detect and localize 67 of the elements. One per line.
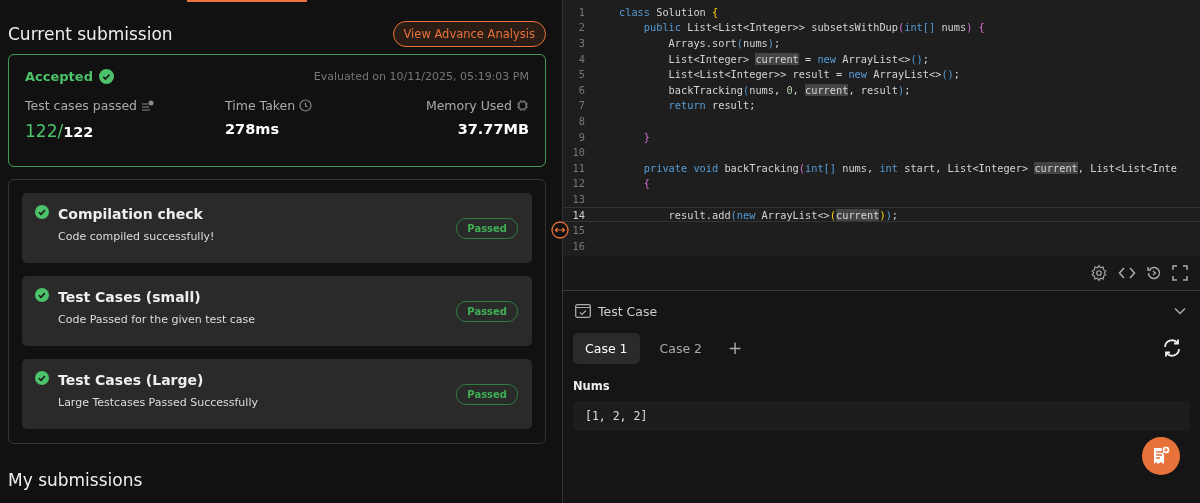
view-analysis-button[interactable]: View Advance Analysis (392, 21, 546, 47)
check-icon (98, 69, 114, 84)
stat-label: Test cases passed (25, 98, 138, 113)
code-line: Arrays.sort(nums); (667, 37, 781, 49)
passed-badge: Passed (456, 217, 518, 239)
line-number: 3 (577, 37, 585, 49)
line-number: 14 (571, 208, 585, 221)
add-case-button[interactable]: + (722, 336, 749, 360)
refresh-icon[interactable] (1162, 338, 1182, 358)
case-tab[interactable]: Case 1 (573, 332, 640, 364)
check-title: Test Cases (Large) (58, 371, 205, 388)
code-line: backTracking(nums, 0, current, result); (667, 83, 911, 96)
check-title: Compilation check (58, 205, 204, 222)
code-line: { (642, 177, 650, 190)
line-number: 10 (571, 146, 585, 159)
chip-icon (516, 99, 529, 112)
line-number: 15 (571, 224, 585, 237)
section-title: Current submission (8, 24, 173, 44)
line-number: 6 (577, 83, 585, 96)
add-note-button[interactable] (1142, 437, 1180, 475)
stat-label: Time Taken (225, 98, 296, 113)
check-detail: Code compiled successfully! (58, 229, 216, 243)
passed-badge: Passed (456, 383, 518, 405)
check-icon (35, 205, 49, 219)
code-line: class Solution { (619, 5, 719, 18)
code-line: return result; (667, 99, 756, 112)
stat-value: 122/122 (25, 121, 95, 141)
line-number: 11 (571, 161, 585, 174)
settings-icon[interactable] (1090, 264, 1108, 282)
panel-title: Test Case (598, 303, 658, 319)
status-label: Accepted (25, 69, 93, 84)
history-icon[interactable] (1146, 265, 1162, 281)
test-case-icon (575, 304, 591, 318)
case-tab[interactable]: Case 2 (647, 332, 715, 364)
line-number: 5 (577, 68, 585, 81)
line-number: 1 (577, 5, 585, 18)
line-number: 4 (577, 52, 585, 65)
stat-value: 278ms (225, 121, 280, 137)
code-line: public List<List<Integer>> subsetsWithDup(int[] nums) { (642, 21, 985, 34)
line-number: 8 (577, 114, 585, 127)
code-line: } (642, 130, 650, 143)
check-icon (35, 371, 49, 385)
line-number: 2 (577, 21, 585, 34)
code-line: result.add(new ArrayList<>(current)); (667, 208, 899, 221)
check-icon (35, 288, 49, 302)
code-line: List<List<Integer>> result = new ArrayList<>(); (667, 68, 960, 81)
stat-value: 37.77MB (457, 121, 529, 137)
check-detail: Code Passed for the given test case (58, 312, 257, 326)
line-number: 12 (571, 177, 585, 190)
stat-label: Memory Used (425, 98, 512, 113)
line-number: 16 (571, 239, 585, 252)
clock-icon (299, 99, 313, 112)
parameter-label: Nums (573, 379, 611, 393)
section-title: My submissions (8, 470, 144, 490)
check-detail: Large Testcases Passed Successfully (58, 395, 259, 409)
line-number: 13 (571, 192, 585, 205)
code-line: private void backTracking(int[] nums, int start, List<Integer> current, List<List<Inte (642, 161, 1177, 174)
fullscreen-icon[interactable] (1172, 265, 1188, 281)
line-number: 9 (577, 130, 585, 143)
check-title: Test Cases (small) (58, 288, 202, 305)
chevron-down-icon[interactable] (1174, 307, 1186, 315)
list-icon (141, 100, 155, 111)
passed-badge: Passed (456, 300, 518, 322)
input-field[interactable]: [1, 2, 2] (573, 401, 1190, 431)
code-line: List<Integer> current = new ArrayList<>(); (667, 52, 930, 65)
evaluated-time: Evaluated on 10/11/2025, 05:19:03 PM (313, 70, 529, 83)
line-number: 7 (577, 99, 585, 112)
